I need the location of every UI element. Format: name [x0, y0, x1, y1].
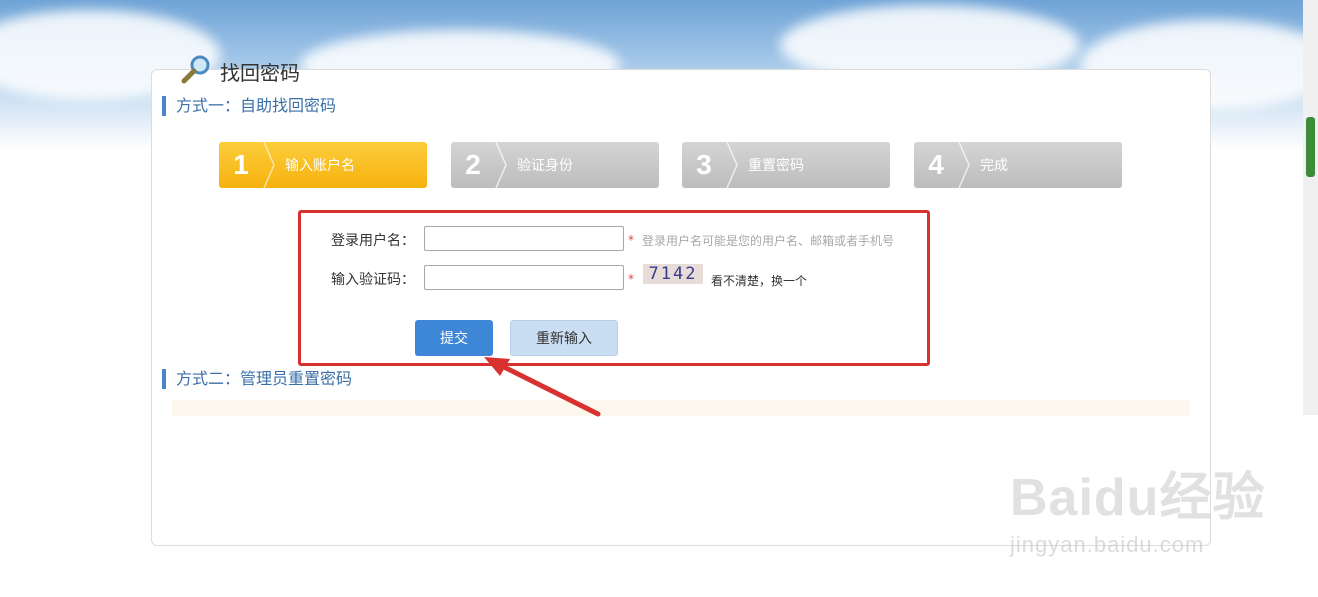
- watermark: Baidu经验 jingyan.baidu.com: [1010, 455, 1265, 558]
- page-title-area: 找回密码: [180, 54, 300, 88]
- step-label: 验证身份: [517, 158, 573, 174]
- captcha-input[interactable]: [424, 265, 624, 290]
- method2-heading: 方式二：管理员重置密码: [162, 369, 352, 389]
- method1-heading: 方式一：自助找回密码: [162, 96, 336, 116]
- step-2: 2 验证身份: [451, 142, 659, 188]
- captcha-image[interactable]: 7142: [643, 264, 703, 284]
- step-number: 3: [696, 149, 712, 180]
- captcha-label: 输入验证码：: [331, 272, 415, 288]
- step-number: 2: [465, 149, 481, 180]
- magnifier-icon: [180, 54, 212, 88]
- watermark-url: jingyan.baidu.com: [1010, 532, 1205, 557]
- chevron-right-icon: [495, 142, 507, 188]
- step-label: 完成: [980, 158, 1008, 174]
- submit-button[interactable]: 提交: [415, 320, 493, 356]
- reset-button[interactable]: 重新输入: [510, 320, 618, 356]
- watermark-logo: Baidu经验: [1010, 469, 1266, 527]
- refresh-captcha-link[interactable]: 看不清楚，换一个: [711, 272, 807, 289]
- username-hint: 登录用户名可能是您的用户名、邮箱或者手机号: [642, 234, 895, 248]
- step-number: 1: [233, 149, 249, 180]
- step-1: 1 输入账户名: [219, 142, 427, 188]
- step-label: 输入账户名: [285, 158, 355, 174]
- required-mark: *: [628, 272, 634, 286]
- chevron-right-icon: [726, 142, 738, 188]
- vertical-scrollbar[interactable]: [1303, 0, 1318, 415]
- required-mark: *: [628, 233, 634, 247]
- chevron-right-icon: [958, 142, 970, 188]
- method2-content-area: [172, 400, 1190, 416]
- step-4: 4 完成: [914, 142, 1122, 188]
- username-input[interactable]: [424, 226, 624, 251]
- username-label: 登录用户名：: [331, 233, 415, 249]
- step-label: 重置密码: [748, 158, 804, 174]
- step-number: 4: [928, 149, 944, 180]
- page-title: 找回密码: [220, 60, 300, 85]
- chevron-right-icon: [263, 142, 275, 188]
- scrollbar-thumb[interactable]: [1306, 117, 1315, 177]
- step-3: 3 重置密码: [682, 142, 890, 188]
